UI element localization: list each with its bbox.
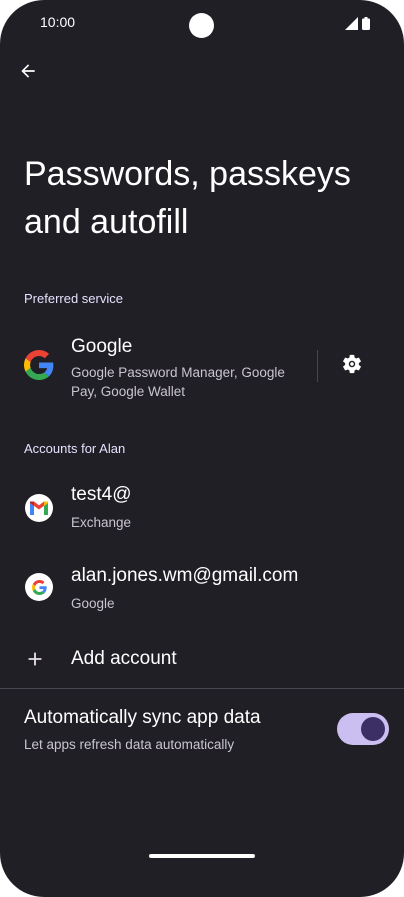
account-row-google[interactable]: alan.jones.wm@gmail.com Google — [0, 559, 404, 619]
plus-icon — [24, 648, 46, 674]
preferred-service-name: Google — [71, 336, 133, 357]
preferred-service-settings-button[interactable] — [338, 352, 366, 380]
signal-icon — [345, 15, 358, 34]
arrow-left-icon — [18, 61, 38, 85]
phone-screen: 10:00 Passwords, passkeys and autofill P… — [0, 0, 404, 897]
home-indicator[interactable] — [149, 854, 255, 858]
status-icons — [345, 15, 370, 34]
preferred-service-row[interactable]: Google Google Password Manager, Google P… — [0, 330, 314, 402]
account-name: test4@ — [71, 484, 132, 505]
sync-title: Automatically sync app data — [24, 707, 261, 728]
battery-icon — [362, 15, 370, 34]
toggle-knob — [361, 717, 385, 741]
status-time: 10:00 — [40, 14, 76, 30]
sync-subtitle: Let apps refresh data automatically — [24, 737, 235, 752]
back-button[interactable] — [14, 59, 42, 87]
gear-icon — [341, 353, 363, 379]
add-account-label: Add account — [71, 648, 177, 669]
section-header-accounts: Accounts for Alan — [24, 441, 126, 456]
add-account-button[interactable]: Add account — [0, 640, 404, 680]
vertical-divider — [317, 350, 318, 382]
section-header-preferred-service: Preferred service — [24, 291, 123, 306]
sync-setting-row[interactable]: Automatically sync app data Let apps ref… — [0, 700, 314, 760]
horizontal-divider — [0, 688, 404, 689]
account-type: Google — [71, 596, 115, 611]
account-type: Exchange — [71, 515, 132, 530]
google-g-logo-icon — [25, 573, 53, 601]
preferred-service-description: Google Password Manager, Google Pay, Goo… — [71, 365, 285, 399]
google-g-logo-icon — [24, 350, 54, 380]
front-camera — [189, 13, 214, 38]
account-name: alan.jones.wm@gmail.com — [71, 565, 299, 586]
account-row-exchange[interactable]: test4@ Exchange — [0, 478, 404, 538]
status-bar: 10:00 — [0, 0, 404, 44]
sync-toggle-switch[interactable] — [337, 713, 389, 745]
page-title: Passwords, passkeys and autofill — [24, 155, 351, 241]
gmail-icon — [25, 494, 53, 522]
